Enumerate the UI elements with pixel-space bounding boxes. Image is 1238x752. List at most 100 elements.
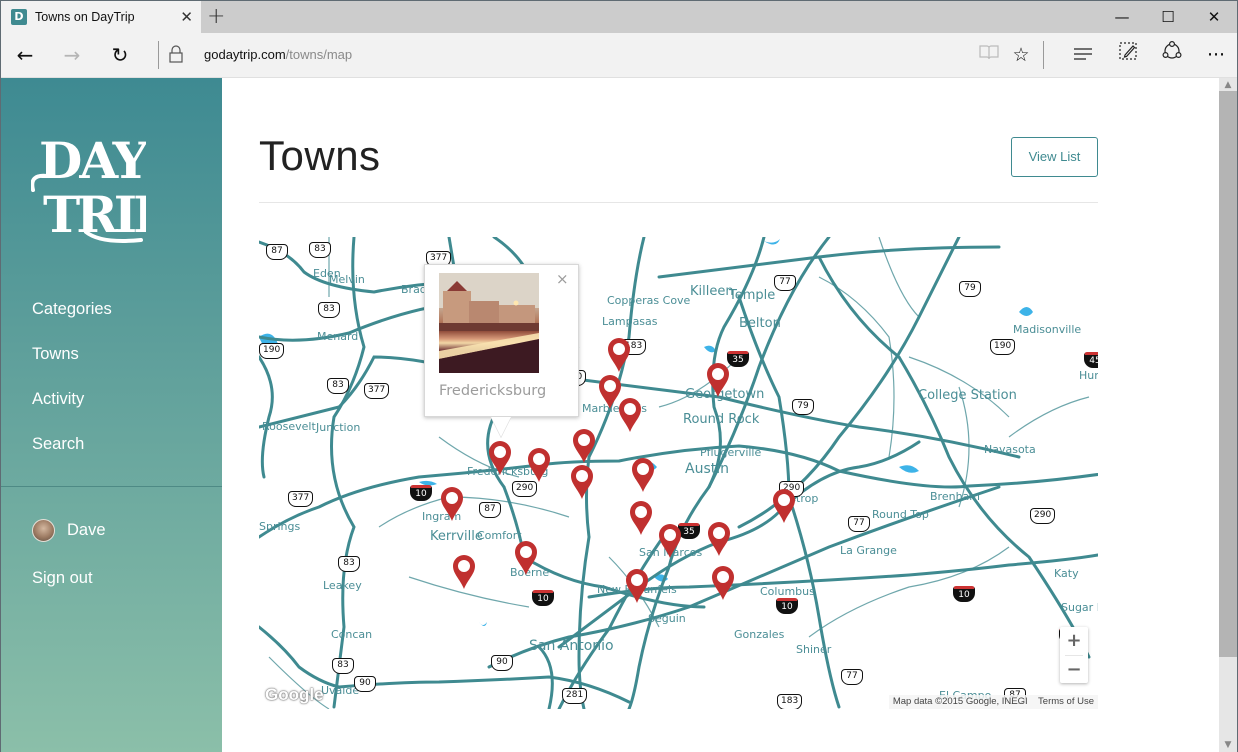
url-path: /towns/map	[285, 47, 353, 62]
view-list-button[interactable]: View List	[1011, 137, 1098, 177]
place-label: Killeen	[690, 284, 734, 299]
scroll-up-arrow[interactable]: ▲	[1219, 78, 1237, 92]
user-name-link[interactable]: Dave	[67, 521, 106, 540]
place-label: Lampasas	[602, 315, 658, 328]
sidebar-item-activity[interactable]: Activity	[32, 390, 84, 409]
water-body	[764, 239, 780, 245]
place-label: Leakey	[323, 579, 362, 592]
place-label: Concan	[331, 628, 373, 641]
place-label: Pflugerville	[700, 446, 762, 459]
url-field[interactable]: godaytrip.com/towns/map	[204, 47, 352, 62]
place-label: Round Rock	[683, 412, 760, 427]
town-marker-pin-icon[interactable]	[706, 363, 730, 397]
us-highway-shield-icon: 190	[990, 339, 1016, 355]
favorite-star-icon[interactable]: ☆	[1006, 41, 1036, 69]
town-marker-pin-icon[interactable]	[514, 541, 538, 575]
place-label: Brad	[401, 283, 427, 296]
browser-tab[interactable]: D Towns on DayTrip ✕	[1, 1, 201, 33]
town-marker-pin-icon[interactable]	[625, 569, 649, 603]
town-marker-pin-icon[interactable]	[629, 501, 653, 535]
new-tab-button[interactable]: +	[207, 4, 225, 29]
town-marker-pin-icon[interactable]	[452, 555, 476, 589]
sign-out-link[interactable]: Sign out	[32, 569, 93, 588]
url-host: godaytrip.com	[204, 47, 286, 62]
town-photo[interactable]	[439, 273, 539, 373]
us-highway-shield-icon: 190	[259, 343, 285, 359]
road-minor	[378, 496, 570, 528]
hub-icon[interactable]	[1068, 41, 1098, 69]
us-highway-shield-icon: 377	[288, 491, 314, 507]
road-minor	[1008, 396, 1090, 438]
sidebar-item-categories[interactable]: Categories	[32, 300, 112, 319]
page-scrollbar[interactable]: ▲ ▼	[1219, 78, 1237, 752]
road-minor	[808, 546, 1010, 638]
share-icon[interactable]	[1157, 40, 1187, 69]
sidebar-item-towns[interactable]: Towns	[32, 345, 79, 364]
forward-button[interactable]: →	[57, 41, 87, 69]
back-button[interactable]: ←	[10, 41, 40, 69]
web-note-icon[interactable]	[1113, 41, 1143, 69]
us-highway-shield-icon: 77	[848, 516, 870, 532]
place-label: Junction	[316, 421, 361, 434]
zoom-out-button[interactable]: −	[1060, 656, 1088, 684]
interstate-shield-icon: 45	[1084, 352, 1098, 368]
place-label: Austin	[685, 461, 729, 477]
town-marker-pin-icon[interactable]	[440, 487, 464, 521]
close-window-button[interactable]: ✕	[1191, 1, 1237, 33]
town-marker-pin-icon[interactable]	[488, 441, 512, 475]
town-marker-pin-icon[interactable]	[570, 465, 594, 499]
place-label: Melvin	[329, 273, 365, 286]
tab-close-icon[interactable]: ✕	[180, 8, 193, 26]
town-marker-pin-icon[interactable]	[618, 398, 642, 432]
popup-town-name[interactable]: Fredericksburg	[439, 383, 546, 399]
place-label: Madisonville	[1013, 323, 1082, 336]
us-highway-shield-icon: 290	[1030, 508, 1056, 524]
town-marker-pin-icon[interactable]	[711, 566, 735, 600]
google-logo[interactable]: Google	[265, 685, 324, 705]
town-info-popup: × Fredericksburg	[424, 264, 579, 417]
place-label: Sugar L	[1061, 601, 1098, 614]
place-label: Hun	[1079, 369, 1098, 382]
us-highway-shield-icon: 87	[479, 502, 501, 518]
popup-close-button[interactable]: ×	[556, 270, 569, 288]
us-highway-shield-icon: 281	[562, 688, 588, 704]
sidebar-item-search[interactable]: Search	[32, 435, 84, 454]
place-label: San Antonio	[529, 638, 614, 654]
scroll-thumb[interactable]	[1219, 91, 1237, 657]
us-highway-shield-icon: 79	[792, 399, 814, 415]
place-label: Katy	[1054, 567, 1079, 580]
scroll-down-arrow[interactable]: ▼	[1219, 738, 1237, 752]
town-marker-pin-icon[interactable]	[658, 524, 682, 558]
minimize-button[interactable]: —	[1099, 1, 1145, 33]
refresh-button[interactable]: ↻	[105, 41, 135, 69]
place-label: Menard	[317, 330, 359, 343]
popup-pointer	[491, 417, 511, 437]
town-marker-pin-icon[interactable]	[631, 458, 655, 492]
town-marker-pin-icon[interactable]	[527, 448, 551, 482]
reading-view-icon[interactable]	[974, 41, 1004, 69]
water-body	[1019, 307, 1033, 316]
terms-link[interactable]: Terms of Use	[1038, 696, 1094, 707]
user-avatar[interactable]	[32, 519, 55, 542]
daytrip-logo[interactable]: DAY TRIP	[31, 120, 146, 245]
tab-strip: D Towns on DayTrip ✕ + — ☐ ✕	[1, 1, 1237, 33]
daytrip-favicon-icon: D	[11, 9, 27, 25]
towns-map[interactable]: Eden Melvin Brad Menard Roosevelt Junction Cop…	[259, 237, 1098, 709]
more-icon[interactable]: ···	[1201, 41, 1231, 69]
place-label: La Grange	[840, 544, 897, 557]
us-highway-shield-icon: 90	[491, 655, 513, 671]
zoom-in-button[interactable]: +	[1060, 627, 1088, 655]
us-highway-shield-icon: 87	[266, 244, 288, 260]
water-body	[479, 622, 487, 626]
town-marker-pin-icon[interactable]	[707, 522, 731, 556]
us-highway-shield-icon: 90	[354, 676, 376, 692]
town-marker-pin-icon[interactable]	[772, 489, 796, 523]
maximize-button[interactable]: ☐	[1145, 1, 1191, 33]
place-label: Seguin	[648, 612, 686, 625]
town-marker-pin-icon[interactable]	[572, 429, 596, 463]
us-highway-shield-icon: 77	[841, 669, 863, 685]
us-highway-shield-icon: 83	[338, 556, 360, 572]
town-marker-pin-icon[interactable]	[607, 338, 631, 372]
interstate-shield-icon: 35	[727, 351, 749, 367]
place-label: Gonzales	[734, 628, 785, 641]
